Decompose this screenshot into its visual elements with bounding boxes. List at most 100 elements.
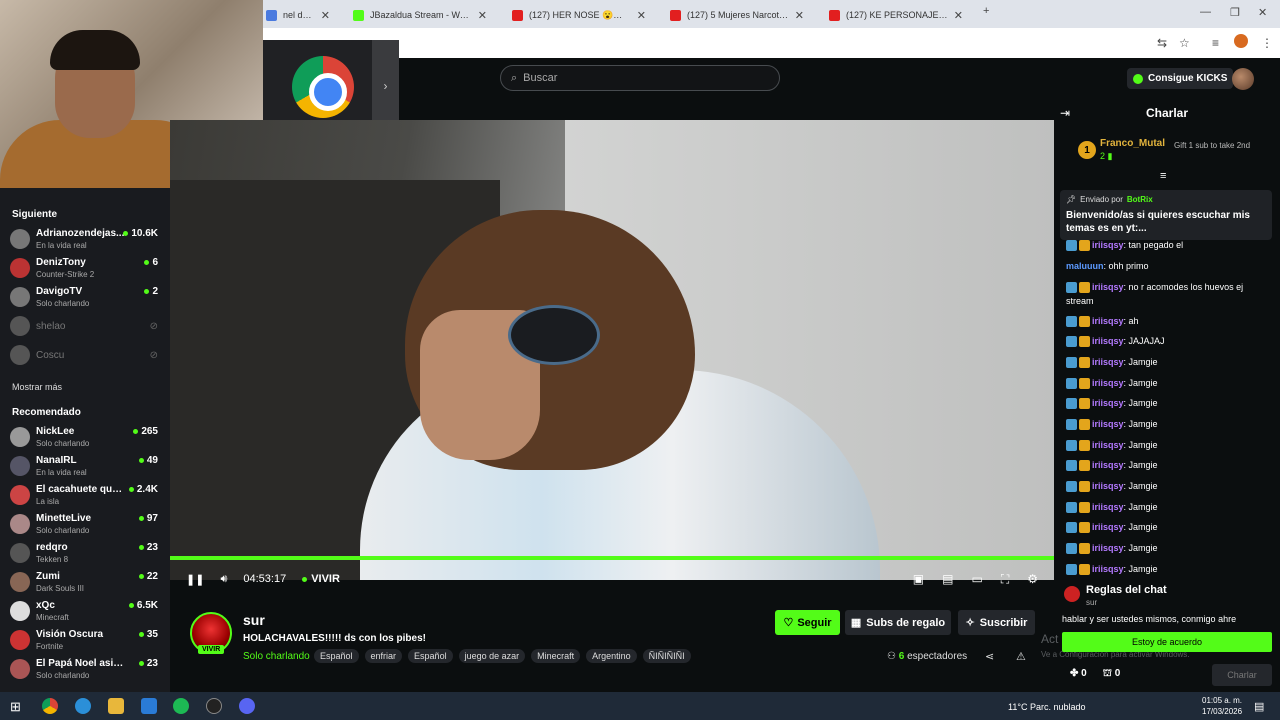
sidebar-channel[interactable]: Coscu ⊘ [10, 342, 160, 370]
progress-bar[interactable] [170, 556, 1054, 560]
weather-text[interactable]: 11°C Parc. nublado [1008, 702, 1085, 712]
chat-message[interactable]: iriisqsy: no r acomodes los huevos ej st… [1066, 280, 1272, 308]
sidebar-channel[interactable]: NickLee Solo charlando 265 [10, 424, 160, 452]
browser-tab[interactable]: (127) HER NOSE 😮😮😮 | Por ✕ [504, 4, 654, 26]
browser-tab[interactable]: (127) 5 Mujeres Narcotraficante ✕ [662, 4, 812, 26]
theater-icon[interactable]: ▭ [971, 572, 982, 587]
chat-message[interactable]: iriisqsy: Jamgie [1066, 417, 1272, 431]
chat-message[interactable]: iriisqsy: Jamgie [1066, 376, 1272, 390]
chat-message[interactable]: iriisqsy: JAJAJAJ [1066, 334, 1272, 348]
sidebar-channel[interactable]: Visión Oscura Fortnite 35 [10, 627, 160, 655]
sidebar-channel[interactable]: redqro Tekken 8 23 [10, 540, 160, 568]
close-window-icon[interactable]: ✕ [1258, 6, 1267, 19]
channel-name: NickLee [36, 426, 75, 437]
close-tab-icon[interactable]: ✕ [321, 9, 330, 22]
minimize-icon[interactable]: — [1200, 6, 1211, 18]
stream-tag[interactable]: Minecraft [531, 649, 581, 663]
spotify-icon[interactable] [173, 698, 189, 714]
subscribe-button[interactable]: ✧ Suscribir [958, 610, 1035, 635]
profile-icon[interactable] [1234, 34, 1248, 48]
sidebar-channel[interactable]: El Papá Noel asiático Solo charlando 23 [10, 656, 160, 684]
stream-tag[interactable]: ÑIÑIÑIÑI [642, 649, 691, 663]
video-player[interactable] [170, 120, 1054, 580]
chat-message[interactable]: iriisqsy: Jamgie [1066, 355, 1272, 369]
filter-icon[interactable]: ≡ [1160, 170, 1166, 182]
stream-tag[interactable]: Español [314, 649, 359, 663]
close-tab-icon[interactable]: ✕ [478, 9, 487, 22]
browser-menu-icon[interactable]: ⋮ [1261, 36, 1273, 50]
clock-date[interactable]: 17/03/2026 [1202, 707, 1242, 716]
get-kicks-button[interactable]: Consigue KICKS [1127, 68, 1234, 89]
new-tab-button[interactable]: + [983, 5, 989, 17]
chat-message[interactable]: iriisqsy: Jamgie [1066, 541, 1272, 555]
browser-tab[interactable]: JBazaldua Stream - Watch Live ✕ [345, 4, 495, 26]
sidebar-channel[interactable]: MinetteLive Solo charlando 97 [10, 511, 160, 539]
maximize-icon[interactable]: ❐ [1230, 6, 1240, 19]
chrome-taskbar-icon[interactable] [42, 698, 58, 714]
chat-message[interactable]: maluuun: ohh primo [1066, 259, 1272, 273]
kicks-count[interactable]: ✤ 0 [1070, 668, 1087, 681]
chat-message[interactable]: iriisqsy: tan pegado el [1066, 238, 1272, 252]
edge-taskbar-icon[interactable] [75, 698, 91, 714]
translate-icon[interactable]: ⇆ [1157, 36, 1167, 50]
mail-icon[interactable] [141, 698, 157, 714]
obs-icon[interactable] [206, 698, 222, 714]
volume-icon[interactable]: 🔊︎ [220, 573, 227, 586]
agree-button[interactable]: Estoy de acuerdo [1062, 632, 1272, 652]
browser-tab[interactable]: (127) KE PERSONAJES | RADAR ✕ [821, 4, 971, 26]
fullscreen-icon[interactable]: ⛶ [1001, 572, 1009, 587]
pinned-message[interactable]: 📌︎ Enviado por BotRix Bienvenido/as si qui… [1060, 190, 1272, 240]
chat-send-button[interactable]: Charlar [1212, 664, 1272, 686]
chat-message[interactable]: iriisqsy: Jamgie [1066, 479, 1272, 493]
star-icon: ✧ [965, 617, 975, 629]
stream-category[interactable]: Solo charlando [243, 651, 310, 662]
share-icon[interactable]: ⋖ [985, 650, 994, 663]
player-controls: ❚❚ 🔊︎ 04:53:17 VIVIR ▣ ▤ ▭ ⛶ ⚙ [170, 564, 1054, 594]
clock-time[interactable]: 01:05 a. m. [1202, 696, 1242, 705]
clip-icon[interactable]: ▤ [942, 572, 953, 587]
sidebar-channel[interactable]: xQc Minecraft 6.5K [10, 598, 160, 626]
chat-message[interactable]: iriisqsy: Jamgie [1066, 520, 1272, 534]
pause-icon[interactable]: ❚❚ [186, 573, 204, 586]
sidebar-channel[interactable]: DenizTony Counter-Strike 2 6 [10, 255, 160, 283]
media-control-icon[interactable]: ≡ [1212, 36, 1219, 50]
chat-message[interactable]: iriisqsy: Jamgie [1066, 438, 1272, 452]
chevron-right-icon[interactable]: › [372, 40, 399, 132]
sidebar-channel[interactable]: El cacahuete que... La isla 2.4K [10, 482, 160, 510]
chat-message[interactable]: iriisqsy: Jamgie [1066, 458, 1272, 472]
streamer-name[interactable]: sur [243, 612, 265, 628]
notification-icon[interactable]: ▤ [1254, 700, 1264, 713]
windows-start-icon[interactable]: ⊞ [10, 699, 21, 715]
gift-subs-button[interactable]: ▦ Subs de regalo [845, 610, 951, 635]
chat-message[interactable]: iriisqsy: Jamgie [1066, 396, 1272, 410]
close-tab-icon[interactable]: ✕ [795, 9, 804, 22]
report-icon[interactable]: ⚠ [1016, 650, 1026, 663]
sidebar-channel[interactable]: NanaIRL En la vida real 49 [10, 453, 160, 481]
miniplayer-icon[interactable]: ▣ [913, 572, 924, 587]
chat-message[interactable]: iriisqsy: ah [1066, 314, 1272, 328]
stream-tag[interactable]: enfriar [364, 649, 403, 663]
gifts-count[interactable]: ⛫ 0 [1103, 668, 1121, 681]
close-tab-icon[interactable]: ✕ [637, 9, 646, 22]
chat-text: Jamgie [1128, 419, 1158, 429]
close-tab-icon[interactable]: ✕ [954, 9, 963, 22]
show-more-link[interactable]: Mostrar más [12, 382, 62, 392]
follow-button[interactable]: ♡ Seguir [775, 610, 840, 635]
stream-tag[interactable]: juego de azar [458, 649, 526, 663]
settings-gear-icon[interactable]: ⚙ [1027, 572, 1038, 587]
sidebar-channel[interactable]: Zumi Dark Souls III 22 [10, 569, 160, 597]
sidebar-channel[interactable]: shelao ⊘ [10, 313, 160, 341]
stream-tag[interactable]: Español [408, 649, 453, 663]
stream-tag[interactable]: Argentino [586, 649, 637, 663]
discord-icon[interactable] [239, 698, 255, 714]
sidebar-channel[interactable]: Adrianozendejas... En la vida real 10.6K [10, 226, 160, 254]
bookmark-star-icon[interactable]: ☆ [1179, 36, 1190, 50]
browser-tab[interactable]: nel de control ✕ [258, 4, 338, 26]
user-avatar[interactable] [1232, 68, 1254, 90]
chat-message[interactable]: iriisqsy: Jamgie [1066, 500, 1272, 514]
collapse-chat-icon[interactable]: ⇥ [1060, 106, 1070, 120]
search-input[interactable]: ⌕ Buscar [500, 65, 780, 91]
chat-message[interactable]: iriisqsy: Jamgie [1066, 562, 1272, 576]
file-explorer-icon[interactable] [108, 698, 124, 714]
sidebar-channel[interactable]: DavigoTV Solo charlando 2 [10, 284, 160, 312]
